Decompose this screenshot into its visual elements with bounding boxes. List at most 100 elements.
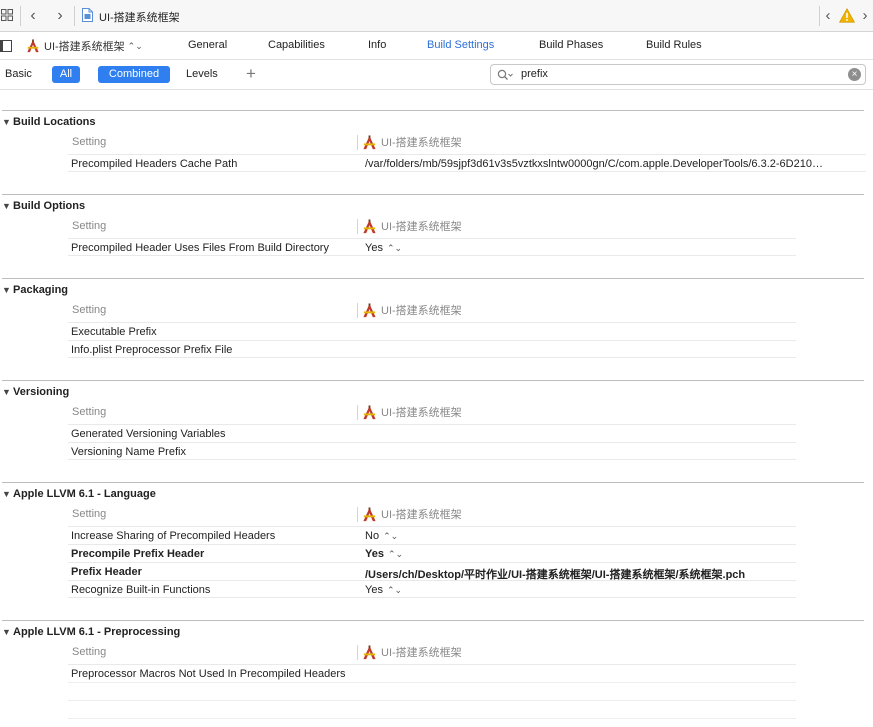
search-input[interactable]: prefix [521,68,548,80]
column-target-label: UI-搭建系统框架 [381,509,462,521]
setting-name: Precompile Prefix Header [71,548,205,560]
column-separator [357,405,358,420]
section-divider [2,194,864,195]
disclosure-triangle-icon[interactable]: ▼ [2,387,11,397]
column-separator [357,135,358,150]
setting-row[interactable]: Recognize Built-in Functions Yes ⌃⌄ [68,580,796,598]
section-header[interactable]: ▼ Packaging [2,282,68,298]
disclosure-triangle-icon[interactable]: ▼ [2,489,11,499]
column-target: UI-搭建系统框架 [362,134,462,150]
setting-value[interactable]: Yes ⌃⌄ [365,584,402,596]
back-button[interactable]: ‹ [26,6,40,26]
popup-stepper-icon[interactable]: ⌃⌄ [388,549,403,559]
basic-filter-button[interactable]: Basic [5,68,32,80]
grid-icon[interactable] [1,9,13,21]
setting-name: Executable Prefix [71,326,157,338]
section-divider [2,620,864,621]
tab-build-settings[interactable]: Build Settings [427,39,494,51]
combined-view-button[interactable]: Combined [98,66,170,83]
section-divider [2,110,864,111]
app-target-icon [363,134,376,149]
column-target-label: UI-搭建系统框架 [381,305,462,317]
setting-name: Versioning Name Prefix [71,446,186,458]
setting-value[interactable]: No ⌃⌄ [365,530,398,542]
section-divider [2,278,864,279]
disclosure-triangle-icon[interactable]: ▼ [2,627,11,637]
build-settings-list: ▼ Build Locations Setting UI-搭建系统框架 Prec… [0,90,873,727]
add-setting-button[interactable]: + [246,64,256,84]
disclosure-triangle-icon[interactable]: ▼ [2,201,11,211]
setting-row[interactable]: Precompile Prefix Header Yes ⌃⌄ [68,544,796,562]
section-title: Build Options [13,200,86,212]
section-header[interactable]: ▼ Versioning [2,384,69,400]
tab-build-phases[interactable]: Build Phases [539,39,603,51]
setting-row[interactable]: Info.plist Preprocessor Prefix File [68,340,796,358]
column-target: UI-搭建系统框架 [362,218,462,234]
section-header[interactable]: ▼ Apple LLVM 6.1 - Language [2,486,156,502]
setting-row[interactable]: Preprocessor Macros Not Used In Precompi… [68,664,796,682]
column-setting-label: Setting [72,406,107,418]
levels-view-button[interactable]: Levels [186,68,218,80]
previous-issue-button[interactable]: ‹ [822,6,834,26]
column-separator [357,507,358,522]
setting-row[interactable]: Executable Prefix [68,322,796,340]
warning-icon[interactable] [839,8,855,23]
tab-general[interactable]: General [188,39,227,51]
all-filter-button[interactable]: All [52,66,80,83]
divider [819,6,820,26]
tab-build-rules[interactable]: Build Rules [646,39,702,51]
setting-name: Precompiled Headers Cache Path [71,158,238,170]
disclosure-triangle-icon[interactable]: ▼ [2,117,11,127]
breadcrumb-title[interactable]: UI-搭建系统框架 [99,9,180,25]
target-selector[interactable]: UI-搭建系统框架 ⌃⌄ [26,38,143,54]
section-title: Apple LLVM 6.1 - Language [13,488,156,500]
empty-row [68,718,796,727]
setting-row[interactable]: Generated Versioning Variables [68,424,796,442]
app-target-icon [363,218,376,233]
popup-stepper-icon[interactable]: ⌃⌄ [383,531,398,541]
column-separator [357,219,358,234]
column-target: UI-搭建系统框架 [362,404,462,420]
column-header: Setting UI-搭建系统框架 [0,504,873,524]
next-issue-button[interactable]: › [859,6,871,26]
tab-capabilities[interactable]: Capabilities [268,39,325,51]
disclosure-triangle-icon[interactable]: ▼ [2,285,11,295]
setting-name: Precompiled Header Uses Files From Build… [71,242,329,254]
setting-row[interactable]: Precompiled Header Uses Files From Build… [68,238,796,256]
column-header: Setting UI-搭建系统框架 [0,402,873,422]
sidebar-toggle-icon[interactable] [0,40,12,52]
chevron-updown-icon: ⌃⌄ [127,40,143,51]
setting-value[interactable]: /var/folders/mb/59sjpf3d61v3s5vztkxslntw… [365,158,865,170]
column-target: UI-搭建系统框架 [362,506,462,522]
section-title: Build Locations [13,116,96,128]
column-setting-label: Setting [72,136,107,148]
app-target-icon [363,644,376,659]
popup-stepper-icon[interactable]: ⌃⌄ [387,243,402,253]
setting-value[interactable]: Yes ⌃⌄ [365,548,403,560]
section-divider [2,380,864,381]
column-separator [357,303,358,318]
empty-row [68,700,796,718]
app-target-icon [363,404,376,419]
setting-row[interactable]: Versioning Name Prefix [68,442,796,460]
search-icon [497,69,513,80]
section-header[interactable]: ▼ Apple LLVM 6.1 - Preprocessing [2,624,180,640]
search-field[interactable]: prefix × [490,64,866,85]
setting-name: Recognize Built-in Functions [71,584,211,596]
setting-row[interactable]: Increase Sharing of Precompiled Headers … [68,526,796,544]
section-header[interactable]: ▼ Build Locations [2,114,96,130]
app-target-icon [363,506,376,521]
forward-button[interactable]: › [53,6,67,26]
setting-name: Prefix Header [71,566,142,578]
column-target-label: UI-搭建系统框架 [381,647,462,659]
divider [20,6,21,26]
section-header[interactable]: ▼ Build Options [2,198,85,214]
setting-row[interactable]: Precompiled Headers Cache Path /var/fold… [68,154,866,172]
setting-row[interactable]: Prefix Header /Users/ch/Desktop/平时作业/UI-… [68,562,796,581]
setting-name: Info.plist Preprocessor Prefix File [71,344,233,356]
popup-stepper-icon[interactable]: ⌃⌄ [387,585,402,595]
clear-search-icon[interactable]: × [848,68,861,81]
setting-value[interactable]: Yes ⌃⌄ [365,242,402,254]
column-target: UI-搭建系统框架 [362,644,462,660]
tab-info[interactable]: Info [368,39,386,51]
